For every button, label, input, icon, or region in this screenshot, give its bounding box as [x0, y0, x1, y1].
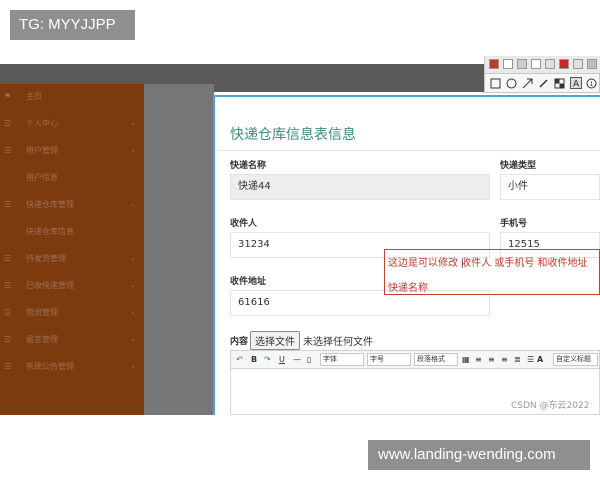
- align-left-icon[interactable]: ≡: [475, 351, 482, 368]
- color-swatch-white-2[interactable]: [531, 59, 541, 69]
- document-icon[interactable]: ▯: [307, 351, 311, 368]
- color-palette: [484, 56, 600, 74]
- chevron-down-icon: ⌄: [130, 254, 136, 262]
- sidebar-item-logistics[interactable]: ☰ 物流管理 ⌄: [0, 302, 144, 322]
- list-icon: ☰: [4, 334, 12, 344]
- list-icon: ☰: [4, 199, 12, 209]
- watermark-bottom-right: www.landing-wending.com: [368, 440, 590, 470]
- annotation-line-2: 快递名称: [388, 283, 428, 294]
- content-backdrop: [144, 84, 214, 415]
- undo-icon[interactable]: ↶: [236, 351, 243, 368]
- flag-icon: ⚑: [4, 91, 12, 101]
- chevron-down-icon: ⌄: [130, 362, 136, 370]
- color-swatch-light[interactable]: [545, 59, 555, 69]
- color-swatch-gray[interactable]: [517, 59, 527, 69]
- sidebar-item-received[interactable]: ☰ 已收快递管理 ⌄: [0, 275, 144, 295]
- file-status: 未选择任何文件: [303, 337, 374, 348]
- chevron-down-icon: ⌄: [130, 281, 136, 289]
- label-express-name: 快递名称: [230, 161, 267, 171]
- table-icon[interactable]: ▦: [462, 351, 470, 368]
- sidebar: ⚑ 主页 ☰ 个人中心 ⌄ ☰ 用户管理 ⌄ 用户信息 ☰ 快递仓库管理 ⌄ 快…: [0, 84, 144, 415]
- color-swatch-white[interactable]: [503, 59, 513, 69]
- chevron-down-icon: ⌄: [130, 146, 136, 154]
- sidebar-item-announcements[interactable]: ☰ 系统公告管理 ⌄: [0, 356, 144, 376]
- sidebar-item-user-info[interactable]: 用户信息: [0, 167, 144, 187]
- list-icon: ☰: [4, 307, 12, 317]
- label-phone: 手机号: [500, 219, 528, 229]
- pen-tool-icon[interactable]: [537, 77, 550, 90]
- list-icon[interactable]: ☰: [527, 351, 534, 368]
- align-center-icon[interactable]: ≡: [488, 351, 495, 368]
- bold-button[interactable]: B: [251, 351, 257, 368]
- font-family-select[interactable]: 字体: [320, 353, 364, 366]
- circle-tool-icon[interactable]: [505, 77, 518, 90]
- label-receiver: 收件人: [230, 219, 258, 229]
- svg-text:1: 1: [590, 81, 594, 88]
- align-justify-icon[interactable]: ≣: [514, 351, 521, 368]
- color-swatch-red[interactable]: [489, 59, 499, 69]
- paragraph-format-select[interactable]: 段落格式: [414, 353, 458, 366]
- chevron-down-icon: ⌄: [130, 119, 136, 127]
- sidebar-item-warehouse-manage[interactable]: ☰ 快递仓库管理 ⌄: [0, 194, 144, 214]
- list-icon: ☰: [4, 253, 12, 263]
- editor-toolbar: ↶ B ↷ U — ▯ 字体 字号 段落格式 ▦ ≡ ≡ ≡ ≣ ☰ A 自定义…: [230, 350, 600, 369]
- watermark-top-left: TG: MYYJJPP: [10, 10, 135, 40]
- sidebar-item-user-manage[interactable]: ☰ 用户管理 ⌄: [0, 140, 144, 160]
- sidebar-item-messages[interactable]: ☰ 留言管理 ⌄: [0, 329, 144, 349]
- color-swatch-silver[interactable]: [573, 59, 583, 69]
- express-type-select[interactable]: 小件: [500, 174, 600, 200]
- page-title: 快递仓库信息表信息: [230, 127, 356, 143]
- screenshot-tool-bar: A 1: [484, 73, 600, 93]
- custom-heading-select[interactable]: 自定义标题: [553, 353, 598, 366]
- csdn-credit: CSDN @东云2022: [511, 401, 590, 411]
- horizontal-rule-button[interactable]: —: [293, 351, 301, 368]
- sidebar-item-home[interactable]: ⚑ 主页: [0, 86, 144, 106]
- sidebar-item-pending-ship[interactable]: ☰ 待发货管理 ⌄: [0, 248, 144, 268]
- color-swatch-dark-red[interactable]: [559, 59, 569, 69]
- title-divider: [218, 150, 600, 151]
- annotation-line-1: 这边是可以修改 收件人 或手机号 和收件地址: [388, 258, 588, 269]
- screenshot-stage: TG: MYYJJPP A 1 ⚑ 主页 ☰ 个人中心 ⌄ ☰ 用户管理 ⌄ 用…: [0, 0, 600, 480]
- label-content: 内容: [230, 337, 249, 347]
- chevron-down-icon: ⌄: [130, 308, 136, 316]
- svg-text:A: A: [573, 80, 580, 90]
- chevron-down-icon: ⌄: [130, 200, 136, 208]
- redo-icon[interactable]: ↷: [264, 351, 271, 368]
- content-upload-row: 内容 选择文件 未选择任何文件: [230, 331, 373, 350]
- number-tool-icon[interactable]: 1: [585, 77, 598, 90]
- label-address: 收件地址: [230, 277, 267, 287]
- list-icon: ☰: [4, 145, 12, 155]
- list-icon: ☰: [4, 118, 12, 128]
- rectangle-tool-icon[interactable]: [489, 77, 502, 90]
- express-name-field[interactable]: 快递44: [230, 174, 490, 200]
- sidebar-item-profile[interactable]: ☰ 个人中心 ⌄: [0, 113, 144, 133]
- font-size-select[interactable]: 字号: [367, 353, 411, 366]
- choose-file-button[interactable]: 选择文件: [250, 331, 301, 350]
- chevron-down-icon: ⌄: [130, 335, 136, 343]
- color-swatch-grey[interactable]: [587, 59, 597, 69]
- sidebar-item-warehouse-info[interactable]: 快递仓库信息: [0, 221, 144, 241]
- font-color-button[interactable]: A: [537, 351, 543, 368]
- mosaic-tool-icon[interactable]: [553, 77, 566, 90]
- text-cursor-icon: I: [461, 261, 464, 271]
- text-tool-icon[interactable]: A: [569, 77, 582, 90]
- list-icon: ☰: [4, 280, 12, 290]
- label-express-type: 快递类型: [500, 161, 537, 171]
- arrow-tool-icon[interactable]: [521, 77, 534, 90]
- list-icon: ☰: [4, 361, 12, 371]
- align-right-icon[interactable]: ≡: [501, 351, 508, 368]
- underline-button[interactable]: U: [279, 351, 285, 368]
